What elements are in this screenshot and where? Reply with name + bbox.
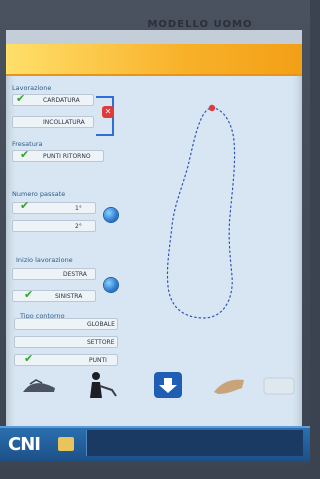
download-icon[interactable] — [150, 370, 190, 400]
contour-start-point[interactable] — [208, 104, 216, 112]
brand-logo[interactable]: CNI — [8, 434, 41, 455]
shoe-contour — [166, 107, 236, 319]
globale-option[interactable]: GLOBALE — [14, 318, 118, 330]
shoe-tool-icon[interactable] — [20, 370, 60, 400]
globe-icon[interactable] — [104, 208, 118, 222]
page-title: MODELLO UOMO — [147, 19, 253, 30]
punti-label: PUNTI — [89, 357, 107, 364]
cardatura-label: CARDATURA — [43, 97, 80, 104]
punti-ritorno-label: PUNTI RITORNO — [43, 153, 91, 160]
destra-label: DESTRA — [63, 271, 87, 278]
check-icon: ✔ — [16, 92, 26, 105]
settore-option[interactable]: SETTORE — [14, 336, 118, 348]
worker-icon[interactable] — [82, 370, 122, 400]
header-bar — [6, 44, 302, 76]
sinistra-label: SINISTRA — [55, 293, 83, 300]
check-icon: ✔ — [24, 288, 34, 301]
numero-passate-label: Numero passate — [12, 190, 66, 198]
passate-2-option[interactable]: 2° — [12, 220, 96, 232]
taskbar-panel — [86, 430, 303, 456]
globale-label: GLOBALE — [87, 321, 115, 328]
shoe-contour-canvas[interactable] — [152, 96, 262, 326]
settore-label: SETTORE — [87, 339, 115, 346]
blank-tool-icon[interactable] — [262, 370, 302, 400]
incollatura-option[interactable]: INCOLLATURA — [12, 116, 94, 128]
window-top-bar — [6, 30, 302, 44]
passate-2-label: 2° — [75, 223, 82, 230]
globe-icon[interactable] — [104, 278, 118, 292]
error-x-icon[interactable]: ✕ — [102, 106, 114, 118]
folder-icon[interactable] — [58, 437, 74, 451]
shoe-profile-icon[interactable] — [210, 370, 250, 400]
passate-1-label: 1° — [75, 205, 82, 212]
check-icon: ✔ — [20, 199, 30, 212]
check-icon: ✔ — [20, 148, 30, 161]
destra-option[interactable]: DESTRA — [12, 268, 96, 280]
lavorazione-label: Lavorazione — [12, 84, 52, 92]
incollatura-label: INCOLLATURA — [43, 119, 85, 126]
check-icon: ✔ — [24, 352, 34, 365]
inizio-label: Inizio lavorazione — [16, 256, 73, 264]
fresatura-label: Fresatura — [12, 140, 43, 148]
